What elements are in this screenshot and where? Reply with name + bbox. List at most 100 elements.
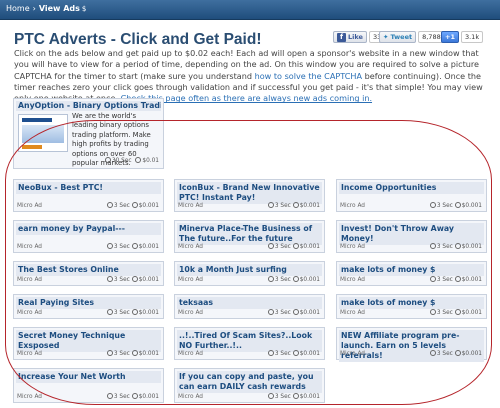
ad-meta: 3 Sec $0.001 [429,202,482,209]
ad-card[interactable]: earn money by Paypal--- Micro Ad 3 Sec $… [13,220,164,253]
clock-icon [106,350,113,356]
ad-card[interactable]: make lots of money $ Micro Ad 3 Sec $0.0… [336,261,487,286]
ad-value: $0.001 [138,277,159,283]
breadcrumb-home[interactable]: Home [6,4,30,13]
ad-type-label: Micro Ad [17,351,42,357]
ad-time: 3 Sec [436,277,453,283]
ad-card[interactable]: Increase Your Net Worth Micro Ad 3 Sec $… [13,368,164,403]
ad-card[interactable]: Real Paying Sites Micro Ad 3 Sec $0.001 [13,294,164,319]
ad-card[interactable]: make lots of money $ Micro Ad 3 Sec $0.0… [336,294,487,319]
ad-time: 3 Sec [113,244,130,250]
ad-type-label: Micro Ad [178,277,203,283]
ad-meta: 3 Sec $0.001 [267,393,320,400]
clock-icon [429,350,436,356]
clock-icon [267,276,274,282]
clock-icon [106,202,113,208]
ad-card[interactable]: If you can copy and paste, you can earn … [174,368,325,403]
captcha-help-link[interactable]: how to solve the CAPTCHA [255,71,362,81]
coin-icon [292,276,299,282]
ad-value: $0.001 [461,203,482,209]
ad-meta: 3 Sec $0.001 [429,309,482,316]
clock-icon [429,276,436,282]
tweet-label: Tweet [390,33,413,41]
facebook-like-label: Like [348,33,363,41]
twitter-tweet-widget: ✦ Tweet 8,788 [379,31,445,43]
ad-title[interactable]: Real Paying Sites [16,297,161,309]
ad-meta: 3 Sec $0.001 [106,393,159,400]
ad-time: 3 Sec [274,310,291,316]
ad-card[interactable]: NEW Affiliate program pre-launch. Earn o… [336,327,487,362]
ad-title[interactable]: NeoBux - Best PTC! [16,182,161,194]
featured-ad-meta: 30 Sec $0.01 [104,157,159,164]
featured-ad-title[interactable]: AnyOption - Binary Options Trading [16,101,161,111]
ad-card[interactable]: teksaas Micro Ad 3 Sec $0.001 [174,294,325,319]
ad-value: $0.001 [138,351,159,357]
ad-title[interactable]: If you can copy and paste, you can earn … [177,371,322,393]
ad-card[interactable]: NeoBux - Best PTC! Micro Ad 3 Sec $0.001 [13,179,164,212]
ad-time: 3 Sec [274,351,291,357]
ad-value: $0.001 [299,394,320,400]
ad-time: 3 Sec [113,351,130,357]
gplus-button[interactable]: +1 [441,31,459,43]
ad-title[interactable]: IconBux - Brand New Innovative PTC! Inst… [177,182,322,204]
featured-ad[interactable]: AnyOption - Binary Options Trading We ar… [13,98,164,169]
ad-value: $0.001 [461,351,482,357]
ad-title[interactable]: make lots of money $ [339,264,484,276]
ad-title[interactable]: Secret Money Technique Exsposed [16,330,161,352]
coin-icon [131,202,138,208]
ad-type-label: Micro Ad [340,203,365,209]
facebook-like-button[interactable]: f Like [333,31,367,43]
coin-icon [135,157,142,163]
ad-card[interactable]: Minerva Place-The Business of The future… [174,220,325,253]
ad-meta: 3 Sec $0.001 [106,276,159,283]
ad-title[interactable]: NEW Affiliate program pre-launch. Earn o… [339,330,484,362]
ad-meta: 3 Sec $0.001 [267,276,320,283]
ad-value: $0.001 [299,277,320,283]
ad-title[interactable]: Minerva Place-The Business of The future… [177,223,322,245]
ad-value: $0.001 [138,394,159,400]
ad-card[interactable]: Income Opportunities Micro Ad 3 Sec $0.0… [336,179,487,212]
breadcrumb-current: View Ads [38,4,80,13]
ad-meta: 3 Sec $0.001 [106,202,159,209]
ad-type-label: Micro Ad [178,394,203,400]
ad-title[interactable]: The Best Stores Online [16,264,161,276]
ad-type-label: Micro Ad [178,203,203,209]
ad-value: $0.001 [299,351,320,357]
coin-icon [292,393,299,399]
gplus-count: 3.1k [460,31,484,43]
ad-value: $0.001 [138,310,159,316]
coin-icon [131,309,138,315]
ad-value: $0.001 [461,310,482,316]
ad-card[interactable]: IconBux - Brand New Innovative PTC! Inst… [174,179,325,212]
ad-card[interactable]: The Best Stores Online Micro Ad 3 Sec $0… [13,261,164,286]
ad-title[interactable]: Income Opportunities [339,182,484,194]
coin-icon [454,202,461,208]
clock-icon [429,202,436,208]
ad-title[interactable]: Increase Your Net Worth [16,371,161,383]
ad-card[interactable]: ..!..Tired Of Scam Sites?..Look NO Furth… [174,327,325,360]
featured-ad-thumbnail[interactable] [18,114,68,152]
ad-time: 3 Sec [274,203,291,209]
ad-title[interactable]: earn money by Paypal--- [16,223,161,235]
ad-value: $0.001 [299,310,320,316]
ad-card[interactable]: 10k a Month Just surfing Micro Ad 3 Sec … [174,261,325,286]
ad-type-label: Micro Ad [17,310,42,316]
tweet-button[interactable]: ✦ Tweet [379,31,417,43]
ad-card[interactable]: Secret Money Technique Exsposed Micro Ad… [13,327,164,360]
ad-meta: 3 Sec $0.001 [429,243,482,250]
coin-icon [131,276,138,282]
breadcrumb: Home › View Ads $ [6,4,86,13]
featured-ad-value: $0.01 [142,158,159,164]
ad-time: 3 Sec [274,277,291,283]
ad-time: 3 Sec [113,394,130,400]
ad-title[interactable]: ..!..Tired Of Scam Sites?..Look NO Furth… [177,330,322,352]
ad-meta: 3 Sec $0.001 [267,309,320,316]
ad-meta: 3 Sec $0.001 [429,350,482,357]
ad-title[interactable]: Invest! Don't Throw Away Money! [339,223,484,245]
ad-title[interactable]: make lots of money $ [339,297,484,309]
ad-meta: 3 Sec $0.001 [106,309,159,316]
ad-title[interactable]: teksaas [177,297,322,309]
ad-time: 3 Sec [274,394,291,400]
ad-title[interactable]: 10k a Month Just surfing [177,264,322,276]
ad-card[interactable]: Invest! Don't Throw Away Money! Micro Ad… [336,220,487,253]
